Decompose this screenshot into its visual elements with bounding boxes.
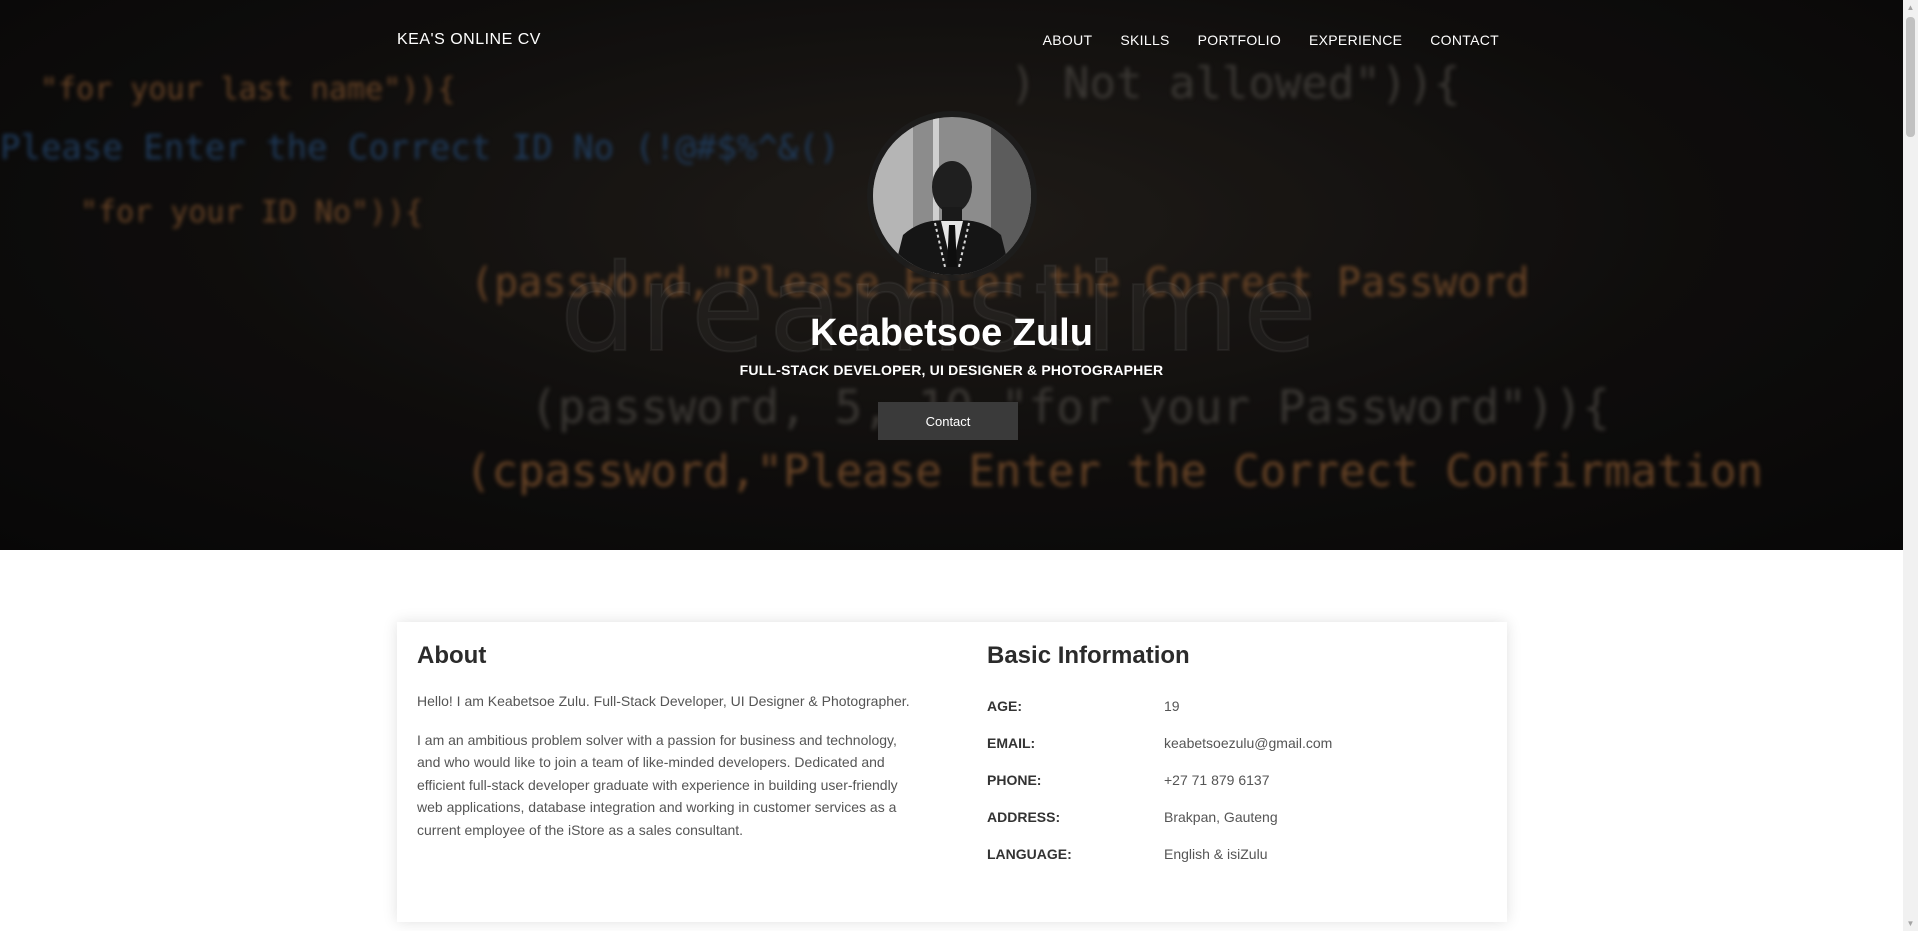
info-row-age: AGE: 19 bbox=[987, 698, 1487, 718]
nav-brand[interactable]: KEA'S ONLINE CV bbox=[397, 31, 541, 49]
info-label: EMAIL: bbox=[987, 735, 1036, 751]
scroll-up-arrow-icon[interactable]: ▲ bbox=[1903, 0, 1918, 15]
about-intro: Hello! I am Keabetsoe Zulu. Full-Stack D… bbox=[417, 693, 910, 709]
scroll-down-arrow-icon[interactable]: ▼ bbox=[1903, 916, 1918, 931]
about-card: About Hello! I am Keabetsoe Zulu. Full-S… bbox=[397, 622, 1507, 922]
vertical-scrollbar[interactable]: ▲ ▼ bbox=[1903, 0, 1918, 931]
nav-link-portfolio[interactable]: PORTFOLIO bbox=[1198, 32, 1281, 48]
page: "for your last name")){ ) Not allowed"))… bbox=[0, 0, 1903, 931]
hero-section: "for your last name")){ ) Not allowed"))… bbox=[0, 0, 1903, 550]
basic-info-section: Basic Information AGE: 19 EMAIL: keabets… bbox=[987, 642, 1487, 862]
profile-photo bbox=[873, 117, 1031, 275]
scrollbar-thumb[interactable] bbox=[1906, 17, 1915, 137]
info-label: AGE: bbox=[987, 698, 1022, 714]
about-title: About bbox=[417, 642, 487, 669]
info-value: +27 71 879 6137 bbox=[1164, 772, 1270, 788]
main-nav: ABOUT SKILLS PORTFOLIO EXPERIENCE CONTAC… bbox=[1043, 32, 1499, 48]
nav-link-skills[interactable]: SKILLS bbox=[1120, 32, 1169, 48]
about-section: About Hello! I am Keabetsoe Zulu. Full-S… bbox=[417, 642, 917, 841]
hero-name: Keabetsoe Zulu bbox=[810, 312, 1093, 354]
info-row-email: EMAIL: keabetsoezulu@gmail.com bbox=[987, 735, 1487, 755]
nav-link-experience[interactable]: EXPERIENCE bbox=[1309, 32, 1402, 48]
contact-button[interactable]: Contact bbox=[878, 402, 1018, 440]
info-label: PHONE: bbox=[987, 772, 1042, 788]
info-row-language: LANGUAGE: English & isiZulu bbox=[987, 846, 1487, 866]
info-label: ADDRESS: bbox=[987, 809, 1061, 825]
info-label: LANGUAGE: bbox=[987, 846, 1072, 862]
hero-subtitle: FULL-STACK DEVELOPER, UI DESIGNER & PHOT… bbox=[739, 362, 1164, 378]
nav-link-about[interactable]: ABOUT bbox=[1043, 32, 1093, 48]
basic-info-title: Basic Information bbox=[987, 642, 1190, 669]
info-value: keabetsoezulu@gmail.com bbox=[1164, 735, 1333, 751]
info-row-address: ADDRESS: Brakpan, Gauteng bbox=[987, 809, 1487, 829]
about-description: I am an ambitious problem solver with a … bbox=[417, 731, 898, 838]
info-value: Brakpan, Gauteng bbox=[1164, 809, 1278, 825]
info-row-phone: PHONE: +27 71 879 6137 bbox=[987, 772, 1487, 792]
info-value: 19 bbox=[1164, 698, 1180, 714]
nav-link-contact[interactable]: CONTACT bbox=[1430, 32, 1499, 48]
info-value: English & isiZulu bbox=[1164, 846, 1268, 862]
